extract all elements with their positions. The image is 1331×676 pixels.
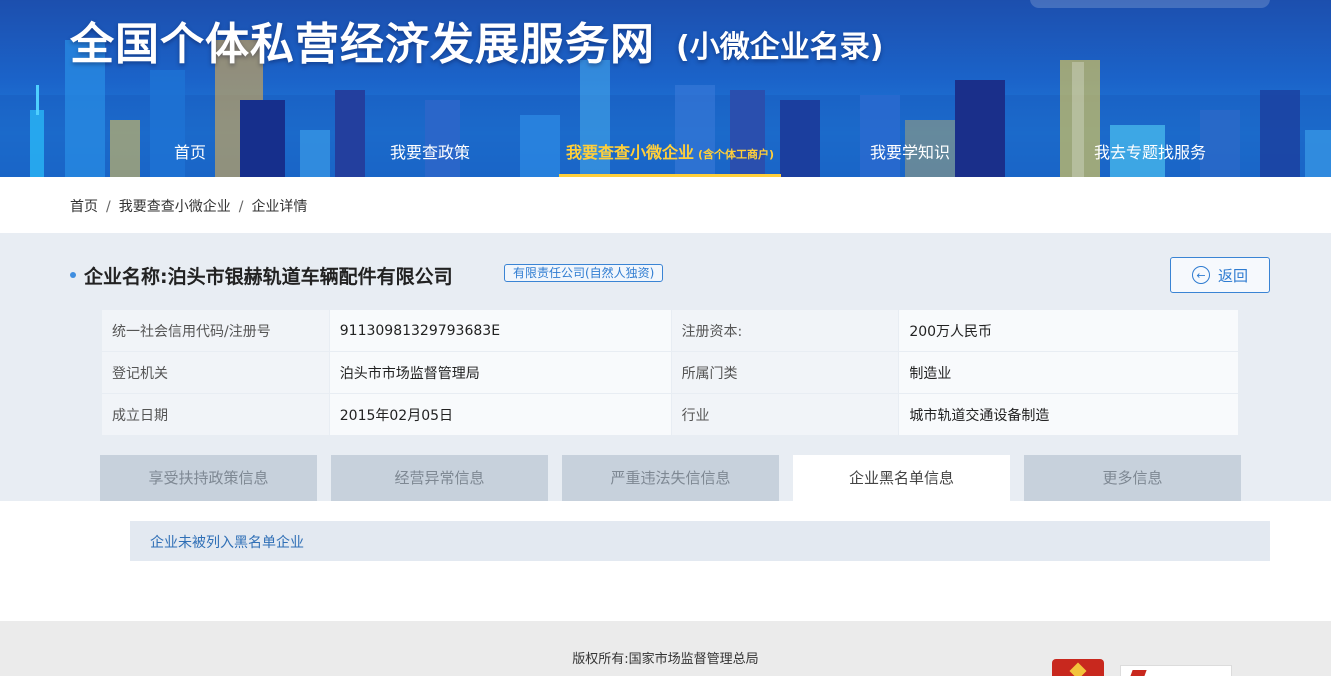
- tab-more-info[interactable]: 更多信息: [1024, 455, 1241, 501]
- info-value: 制造业: [898, 351, 1239, 394]
- info-key: 成立日期: [101, 393, 330, 436]
- nav-item-label: 我要查查小微企业: [565, 143, 694, 162]
- site-footer: 版权所有:国家市场监督管理总局: [0, 621, 1331, 676]
- info-value: 200万人民币: [898, 309, 1239, 352]
- nav-item-enterprise-search[interactable]: 我要查查小微企业 (含个体工商户): [559, 130, 781, 177]
- site-header: 全国个体私营经济发展服务网 (小微企业名录) 首页 我要查政策 我要查查小微企业…: [0, 0, 1331, 177]
- info-value: 城市轨道交通设备制造: [898, 393, 1239, 436]
- nav-item-home[interactable]: 首页: [150, 130, 230, 177]
- tab-abnormal-operation[interactable]: 经营异常信息: [331, 455, 548, 501]
- company-name: 泊头市银赫轨道车辆配件有限公司: [167, 266, 453, 288]
- table-row: 登记机关 泊头市市场监督管理局 所属门类 制造业: [101, 351, 1239, 394]
- breadcrumb-enterprise-search[interactable]: 我要查查小微企业: [119, 199, 231, 215]
- bullet-dot: [70, 272, 76, 278]
- info-value: 泊头市市场监督管理局: [328, 351, 672, 394]
- company-name-heading: 企业名称:泊头市银赫轨道车辆配件有限公司: [84, 262, 453, 289]
- site-title: 全国个体私营经济发展服务网: [70, 19, 655, 70]
- back-button[interactable]: ← 返回: [1170, 257, 1270, 293]
- info-key: 所属门类: [670, 351, 900, 394]
- government-emblem-icon[interactable]: [1052, 659, 1104, 676]
- info-key: 统一社会信用代码/注册号: [101, 309, 330, 352]
- site-subtitle: (小微企业名录): [676, 30, 884, 65]
- breadcrumb-current: 企业详情: [251, 199, 308, 215]
- breadcrumb-home[interactable]: 首页: [70, 199, 98, 215]
- breadcrumb: 首页 / 我要查查小微企业 / 企业详情: [70, 199, 308, 215]
- site-identity-badge-icon[interactable]: [1120, 665, 1232, 676]
- nav-item-note: (含个体工商户): [697, 148, 775, 161]
- nav-item-learn[interactable]: 我要学知识: [860, 130, 960, 177]
- info-key: 登记机关: [101, 351, 330, 394]
- header-search-box[interactable]: [1030, 0, 1270, 8]
- tab-serious-violation[interactable]: 严重违法失信信息: [562, 455, 779, 501]
- info-value: 91130981329793683E: [328, 309, 672, 352]
- info-key: 行业: [670, 393, 900, 436]
- nav-item-services[interactable]: 我去专题找服务: [1085, 130, 1215, 177]
- table-row: 成立日期 2015年02月05日 行业 城市轨道交通设备制造: [101, 393, 1239, 436]
- tab-blacklist[interactable]: 企业黑名单信息: [793, 455, 1010, 501]
- nav-item-policy[interactable]: 我要查政策: [380, 130, 480, 177]
- back-button-label: 返回: [1217, 266, 1248, 285]
- company-type-badge: 有限责任公司(自然人独资): [504, 264, 664, 282]
- enterprise-info-table: 统一社会信用代码/注册号 91130981329793683E 注册资本: 20…: [101, 309, 1239, 436]
- back-arrow-icon: ←: [1191, 266, 1210, 284]
- info-value: 2015年02月05日: [328, 393, 672, 436]
- main-nav: 首页 我要查政策 我要查查小微企业 (含个体工商户) 我要学知识 我去专题找服务: [0, 130, 1331, 177]
- tab-support-policy[interactable]: 享受扶持政策信息: [100, 455, 317, 501]
- blacklist-result-box: 企业未被列入黑名单企业: [130, 521, 1270, 561]
- table-row: 统一社会信用代码/注册号 91130981329793683E 注册资本: 20…: [101, 309, 1239, 352]
- company-name-label: 企业名称:: [84, 266, 168, 288]
- info-key: 注册资本:: [670, 309, 900, 352]
- blacklist-result-text: 企业未被列入黑名单企业: [150, 535, 304, 551]
